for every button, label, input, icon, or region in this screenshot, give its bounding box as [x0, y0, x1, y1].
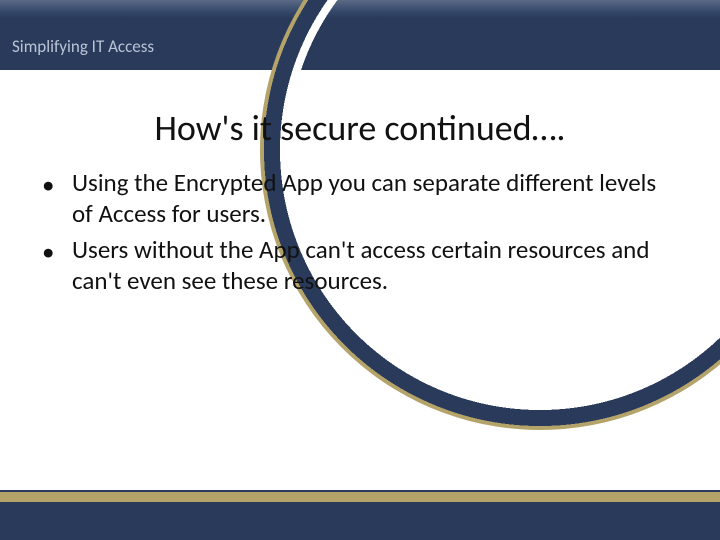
list-item: • Using the Encrypted App you can separa… [42, 168, 678, 229]
slide-title: How's it secure continued…. [0, 106, 720, 150]
header-subtitle: Simplifying IT Access [12, 36, 154, 57]
bullet-icon: • [42, 235, 72, 296]
footer [0, 490, 720, 540]
bullet-icon: • [42, 168, 72, 229]
bullet-text: Users without the App can't access certa… [72, 235, 678, 296]
list-item: • Users without the App can't access cer… [42, 235, 678, 296]
footer-navy-band [0, 502, 720, 540]
header-band: Simplifying IT Access [0, 0, 720, 70]
footer-tan-stripe [0, 492, 720, 502]
body-content: • Using the Encrypted App you can separa… [42, 168, 678, 302]
bullet-text: Using the Encrypted App you can separate… [72, 168, 678, 229]
